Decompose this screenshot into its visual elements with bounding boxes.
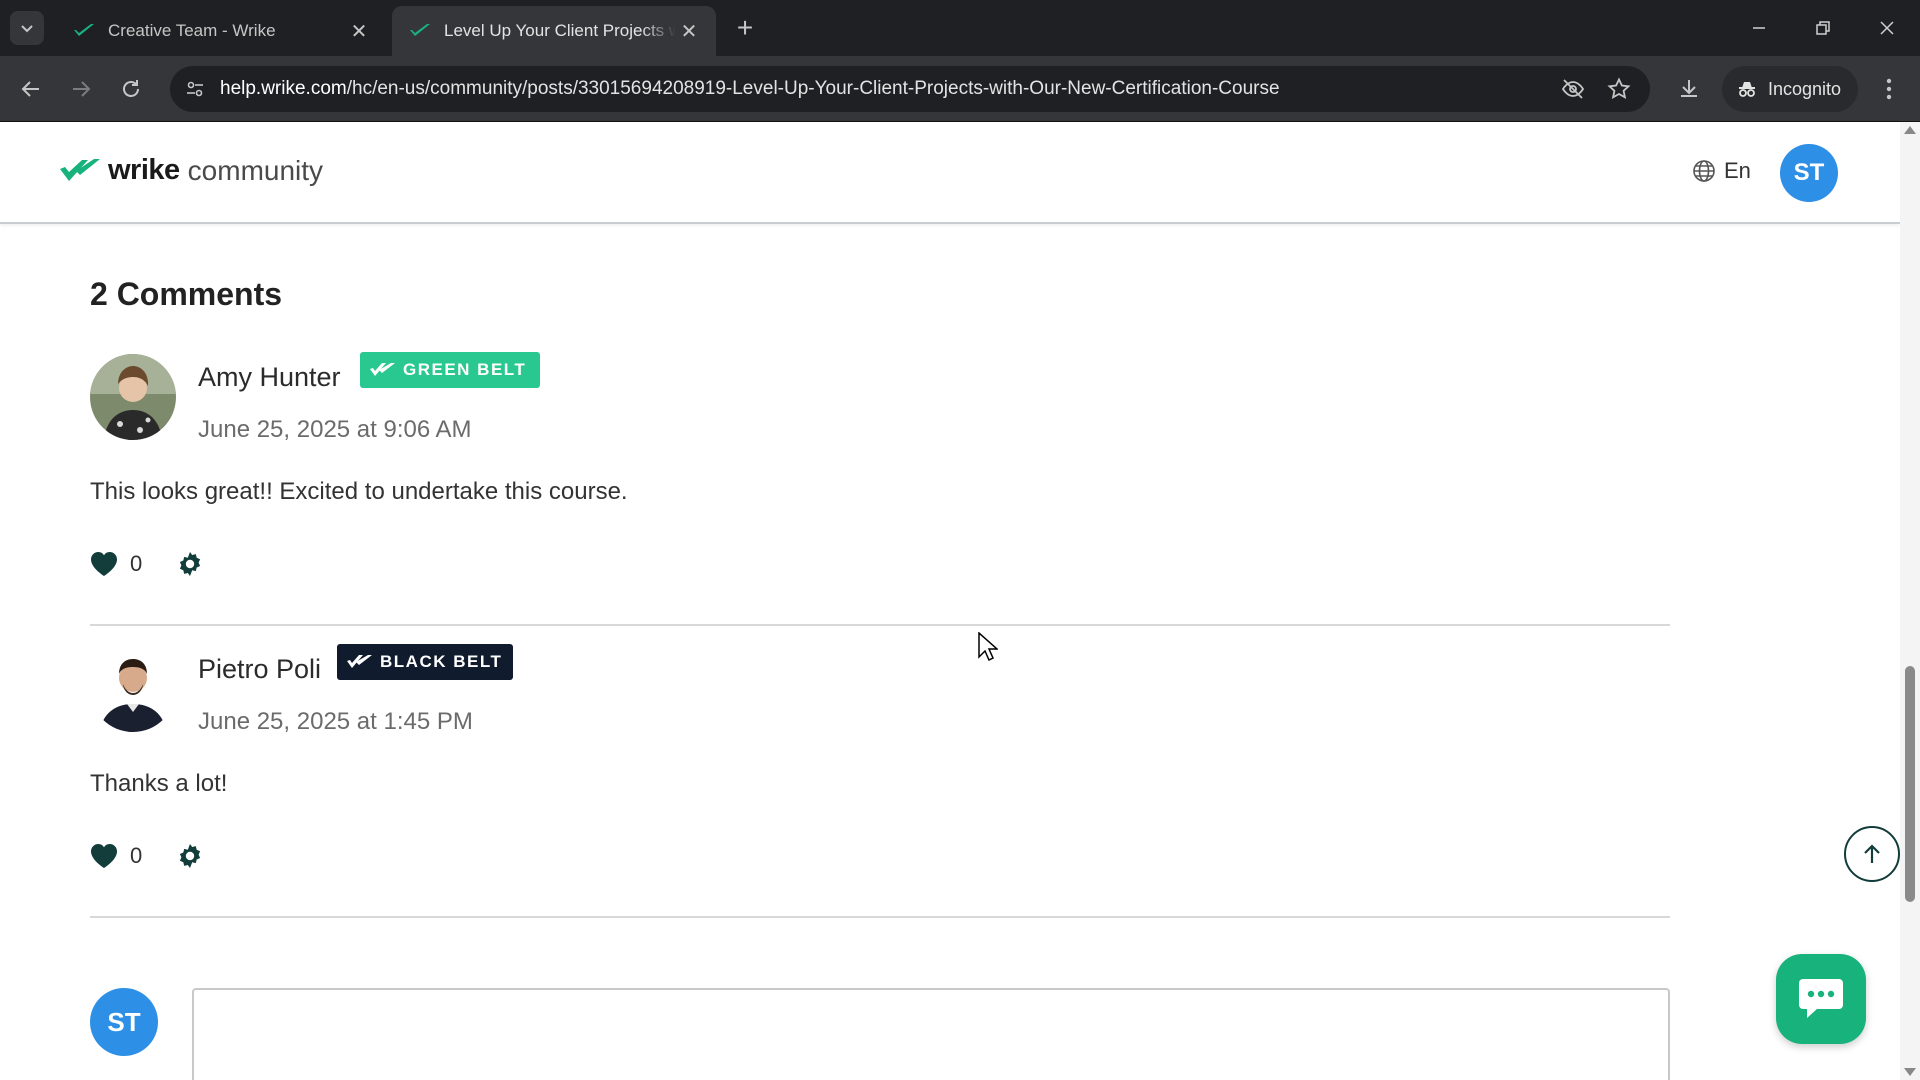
page-scrollbar[interactable]	[1900, 122, 1920, 1080]
gear-icon[interactable]	[176, 842, 204, 870]
url-host: help.wrike.com	[220, 78, 347, 99]
chat-button[interactable]	[1776, 954, 1866, 1044]
chevron-down-icon	[21, 25, 33, 33]
avatar[interactable]	[90, 354, 176, 440]
arrow-right-icon	[73, 81, 91, 97]
comment-date[interactable]: June 25, 2025 at 9:06 AM	[198, 416, 472, 444]
heart-icon[interactable]	[90, 551, 118, 577]
address-bar[interactable]: help.wrike.com/hc/en-us/community/posts/…	[170, 66, 1650, 112]
incognito-label: Incognito	[1768, 78, 1842, 99]
logo-suffix: community	[187, 154, 324, 186]
scroll-to-top-button[interactable]	[1844, 826, 1900, 882]
scroll-up-arrow[interactable]	[1904, 126, 1916, 134]
comment-body: Thanks a lot!	[90, 770, 228, 797]
minimize-icon	[1753, 27, 1765, 29]
wrike-logo-icon	[74, 24, 94, 36]
language-selector[interactable]: En	[1692, 158, 1751, 184]
scroll-thumb[interactable]	[1905, 666, 1915, 902]
comments-heading: 2 Comments	[90, 276, 283, 312]
new-tab-button[interactable]: +	[730, 14, 760, 44]
comment-date[interactable]: June 25, 2025 at 1:45 PM	[198, 708, 473, 736]
page-viewport: wrike community En ST 2 Comments Amy Hun…	[0, 122, 1920, 1080]
restore-icon	[1816, 21, 1830, 35]
comment-author[interactable]: Pietro Poli	[198, 654, 321, 685]
tab-level-up[interactable]: Level Up Your Client Projects with Our N…	[392, 6, 716, 56]
url-path: /hc/en-us/community/posts/33015694208919…	[346, 78, 1280, 99]
incognito-icon	[1739, 82, 1755, 97]
reply-input[interactable]	[192, 988, 1670, 1080]
site-info-icon[interactable]	[180, 74, 210, 104]
comment-divider	[90, 916, 1670, 918]
user-avatar[interactable]: ST	[1780, 144, 1838, 202]
incognito-indicator[interactable]: Incognito	[1722, 66, 1858, 112]
check-logo-icon	[370, 363, 395, 376]
mouse-cursor-icon	[978, 632, 998, 662]
scroll-down-arrow[interactable]	[1904, 1068, 1916, 1076]
site-header: wrike community En ST	[0, 122, 1900, 224]
download-button[interactable]	[1672, 72, 1706, 106]
kebab-menu-icon	[1886, 78, 1892, 100]
window-close-button[interactable]	[1862, 8, 1912, 48]
chat-bubble-icon	[1799, 979, 1843, 1018]
black-belt-badge: BLACK BELT	[337, 644, 513, 680]
avatar[interactable]	[90, 646, 176, 732]
wrike-check-logo-icon	[60, 158, 100, 181]
badge-label: BLACK BELT	[380, 652, 503, 671]
close-icon	[1880, 21, 1894, 35]
tab-title: Creative Team - Wrike	[108, 21, 276, 40]
window-restore-button[interactable]	[1798, 8, 1848, 48]
tab-search-button[interactable]	[10, 11, 44, 45]
url-text[interactable]: help.wrike.com/hc/en-us/community/posts/…	[220, 66, 1280, 112]
tab-title: Level Up Your Client Projects with Our N…	[444, 21, 676, 40]
window-minimize-button[interactable]	[1734, 8, 1784, 48]
forward-button[interactable]	[64, 72, 98, 106]
badge-label: GREEN BELT	[403, 360, 527, 379]
comment-divider	[90, 624, 1670, 626]
comment-body: This looks great!! Excited to undertake …	[90, 478, 628, 505]
heart-icon[interactable]	[90, 843, 118, 869]
eye-off-icon[interactable]	[1558, 74, 1588, 104]
back-button[interactable]	[14, 72, 48, 106]
browser-menu-button[interactable]	[1872, 72, 1906, 106]
tab-creative-team[interactable]: Creative Team - Wrike ✕	[56, 6, 386, 56]
gear-icon[interactable]	[176, 550, 204, 578]
arrow-up-icon	[1864, 844, 1880, 863]
green-belt-badge: GREEN BELT	[360, 352, 540, 388]
reload-icon	[123, 80, 139, 97]
logo-word: wrike	[108, 154, 180, 186]
comment-author[interactable]: Amy Hunter	[198, 362, 341, 393]
reply-user-avatar: ST	[90, 988, 158, 1056]
wrike-community-logo[interactable]: wrike community	[60, 154, 323, 187]
check-logo-icon	[347, 655, 372, 668]
download-icon	[1681, 80, 1697, 97]
like-count: 0	[130, 843, 143, 868]
language-label: En	[1724, 158, 1751, 183]
tab-close-icon[interactable]: ✕	[676, 18, 702, 44]
comment-actions: 0	[90, 550, 204, 578]
comment-actions: 0	[90, 842, 204, 870]
tab-close-icon[interactable]: ✕	[346, 18, 372, 44]
bookmark-star-icon[interactable]	[1604, 74, 1634, 104]
arrow-left-icon	[21, 81, 39, 97]
like-count: 0	[130, 551, 143, 576]
browser-tab-bar: Creative Team - Wrike ✕ Level Up Your Cl…	[0, 0, 1920, 56]
wrike-logo-icon	[410, 24, 430, 36]
browser-toolbar: help.wrike.com/hc/en-us/community/posts/…	[0, 56, 1920, 122]
reload-button[interactable]	[114, 72, 148, 106]
globe-icon	[1693, 160, 1715, 182]
